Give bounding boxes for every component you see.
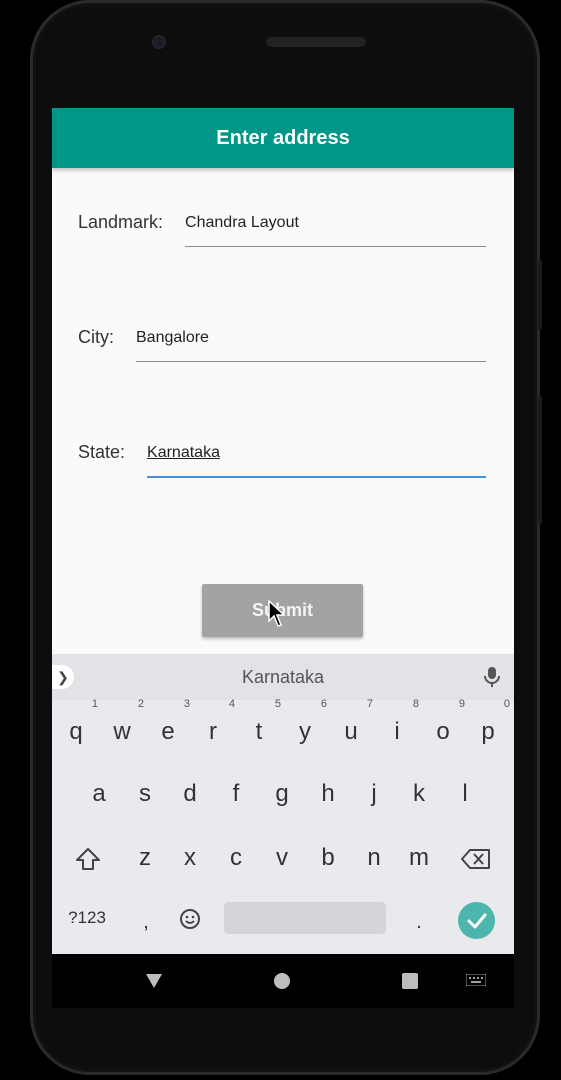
key-y[interactable]: y6 [285, 698, 327, 756]
home-icon[interactable] [273, 972, 291, 990]
key-w[interactable]: w2 [102, 698, 144, 756]
state-label: State: [78, 442, 126, 462]
earpiece-speaker [266, 37, 366, 47]
front-camera [152, 35, 166, 49]
key-s[interactable]: s [125, 770, 165, 818]
check-icon [467, 913, 486, 928]
key-n[interactable]: n [354, 834, 394, 882]
enter-key[interactable] [458, 902, 495, 939]
key-c[interactable]: c [216, 834, 256, 882]
key-e[interactable]: e3 [148, 698, 190, 756]
key-i[interactable]: i8 [377, 698, 419, 756]
key-v[interactable]: v [262, 834, 302, 882]
key-b[interactable]: b [308, 834, 348, 882]
app-bar: Enter address [52, 108, 514, 168]
app-title: Enter address [216, 126, 350, 149]
period-key[interactable]: . [399, 898, 439, 946]
navigation-bar [52, 954, 514, 1008]
key-o[interactable]: o9 [423, 698, 465, 756]
soft-keyboard: ❯ Karnataka q1 w2 e3 r4 t5 y6 u7 i8 o9 p… [52, 654, 514, 954]
city-label: City: [78, 327, 114, 347]
backspace-icon [461, 848, 490, 869]
city-field[interactable]: Bangalore [136, 325, 486, 362]
key-x[interactable]: x [170, 834, 210, 882]
key-j[interactable]: j [354, 770, 394, 818]
recents-icon[interactable] [402, 973, 418, 989]
comma-key[interactable]: , [126, 898, 166, 946]
landmark-label: Landmark: [78, 212, 164, 232]
app-screen: Enter address Landmark: Chandra Layout C… [52, 108, 514, 954]
key-q[interactable]: q1 [56, 698, 98, 756]
key-u[interactable]: u7 [331, 698, 373, 756]
mic-icon[interactable] [484, 666, 500, 688]
key-h[interactable]: h [308, 770, 348, 818]
shift-key[interactable] [68, 834, 108, 882]
key-z[interactable]: z [125, 834, 165, 882]
shift-icon [76, 847, 100, 870]
suggestion-word[interactable]: Karnataka [52, 667, 514, 688]
power-button [538, 260, 542, 330]
key-m[interactable]: m [399, 834, 439, 882]
key-d[interactable]: d [170, 770, 210, 818]
back-icon[interactable] [144, 972, 164, 990]
key-k[interactable]: k [399, 770, 439, 818]
emoji-key[interactable] [170, 894, 210, 942]
suggestion-strip: ❯ Karnataka [52, 654, 514, 700]
key-p[interactable]: p0 [468, 698, 510, 756]
key-g[interactable]: g [262, 770, 302, 818]
emoji-icon [180, 908, 200, 929]
key-t[interactable]: t5 [239, 698, 281, 756]
key-a[interactable]: a [79, 770, 119, 818]
key-r[interactable]: r4 [193, 698, 235, 756]
city-row: City: Bangalore [78, 325, 486, 362]
state-field[interactable]: Karnataka [147, 440, 486, 478]
landmark-field[interactable]: Chandra Layout [185, 210, 486, 247]
backspace-key[interactable] [456, 834, 496, 882]
landmark-row: Landmark: Chandra Layout [78, 210, 486, 247]
space-bar[interactable] [224, 902, 386, 934]
state-row: State: Karnataka [78, 440, 486, 478]
key-l[interactable]: l [445, 770, 485, 818]
key-f[interactable]: f [216, 770, 256, 818]
keyboard-switch-icon[interactable] [466, 974, 486, 986]
volume-button [538, 395, 542, 525]
symbols-key[interactable]: ?123 [62, 894, 112, 942]
mouse-cursor-icon [268, 600, 286, 627]
